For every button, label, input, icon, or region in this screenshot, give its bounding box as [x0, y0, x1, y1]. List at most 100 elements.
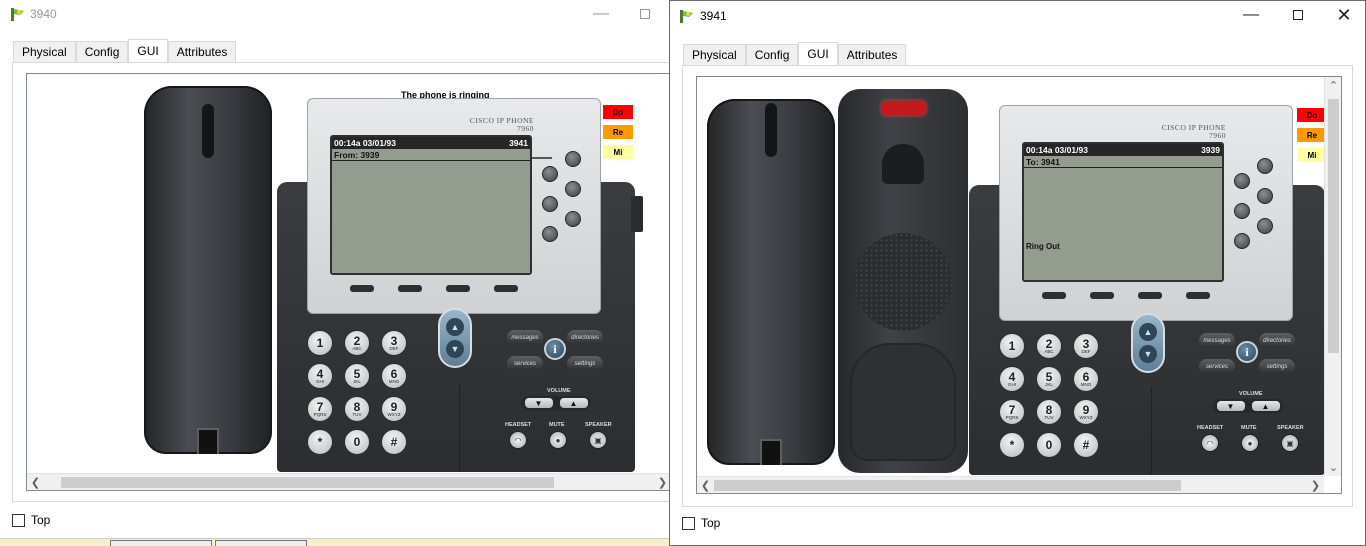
- key-hash[interactable]: #: [1073, 432, 1099, 458]
- info-button[interactable]: i: [544, 338, 566, 360]
- nav-up-icon[interactable]: ▲: [446, 318, 464, 336]
- top-checkbox[interactable]: [682, 516, 695, 530]
- navigation-button[interactable]: ▲ ▼: [1131, 313, 1165, 373]
- line-button-5[interactable]: [1257, 218, 1273, 234]
- volume-rocker[interactable]: ▼ ▲: [1213, 399, 1283, 413]
- softkey-2[interactable]: [1090, 292, 1114, 299]
- tab-config[interactable]: Config: [75, 41, 129, 62]
- info-button[interactable]: i: [1236, 341, 1258, 363]
- key-9[interactable]: 9 WXYZ: [1073, 399, 1099, 425]
- tab-gui[interactable]: GUI: [128, 39, 168, 62]
- key-1[interactable]: 1: [999, 333, 1025, 359]
- navigation-button[interactable]: ▲ ▼: [438, 308, 472, 368]
- key-5[interactable]: 5 JKL: [1036, 366, 1062, 392]
- handset[interactable]: [707, 99, 835, 465]
- speaker-icon[interactable]: ▣: [589, 431, 607, 449]
- maximize-button[interactable]: [622, 0, 668, 28]
- line-button-1[interactable]: [1257, 158, 1273, 174]
- vertical-scrollbar[interactable]: ⌃ ⌄: [1324, 77, 1341, 476]
- softkey-2[interactable]: [398, 285, 422, 292]
- key-8[interactable]: 8 TUV: [344, 396, 370, 422]
- line-button-6[interactable]: [542, 226, 558, 242]
- key-4[interactable]: 4 GHI: [999, 366, 1025, 392]
- scroll-right-icon[interactable]: ❯: [654, 474, 670, 490]
- scroll-down-icon[interactable]: ⌄: [1325, 459, 1341, 476]
- softkey-4[interactable]: [494, 285, 518, 292]
- top-checkbox[interactable]: [12, 513, 25, 527]
- messages-button[interactable]: messages: [507, 330, 543, 345]
- key-3[interactable]: 3 DEF: [1073, 333, 1099, 359]
- key-3[interactable]: 3 DEF: [381, 330, 407, 356]
- scroll-up-icon[interactable]: ⌃: [1325, 77, 1341, 94]
- redial-button[interactable]: Re: [603, 125, 633, 139]
- scroll-left-icon[interactable]: ❮: [697, 477, 714, 493]
- line-button-3[interactable]: [565, 181, 581, 197]
- softkey-1[interactable]: [350, 285, 374, 292]
- volume-down-icon[interactable]: ▼: [1216, 401, 1245, 411]
- line-button-2[interactable]: [542, 166, 558, 182]
- key-7[interactable]: 7 PQRS: [999, 399, 1025, 425]
- handset[interactable]: [144, 86, 272, 454]
- line-button-3[interactable]: [1257, 188, 1273, 204]
- mi-button[interactable]: Mi: [1297, 148, 1327, 162]
- messages-button[interactable]: messages: [1199, 333, 1235, 348]
- scroll-left-icon[interactable]: ❮: [27, 474, 44, 490]
- settings-button[interactable]: settings: [567, 356, 603, 371]
- softkey-4[interactable]: [1186, 292, 1210, 299]
- minimize-button[interactable]: —: [1228, 1, 1274, 29]
- directories-button[interactable]: directories: [1259, 333, 1295, 348]
- key-1[interactable]: 1: [307, 330, 333, 356]
- key-hash[interactable]: #: [381, 429, 407, 455]
- minimize-button[interactable]: —: [578, 0, 624, 28]
- volume-up-icon[interactable]: ▲: [559, 398, 588, 408]
- title-bar[interactable]: 3941 — ✕: [670, 1, 1365, 29]
- softkey-3[interactable]: [1138, 292, 1162, 299]
- horizontal-scrollbar[interactable]: ❮ ❯: [27, 473, 670, 490]
- directories-button[interactable]: directories: [567, 330, 603, 345]
- close-icon[interactable]: ✕: [1321, 1, 1365, 29]
- dnd-button[interactable]: Do: [603, 105, 633, 119]
- scroll-right-icon[interactable]: ❯: [1307, 477, 1324, 493]
- key-0[interactable]: 0: [344, 429, 370, 455]
- vertical-scroll-thumb[interactable]: [1328, 99, 1339, 353]
- dnd-button[interactable]: Do: [1297, 108, 1327, 122]
- horizontal-scrollbar[interactable]: ❮ ❯: [697, 476, 1324, 493]
- key-2[interactable]: 2 ABC: [1036, 333, 1062, 359]
- redial-button[interactable]: Re: [1297, 128, 1327, 142]
- line-button-1[interactable]: [565, 151, 581, 167]
- services-button[interactable]: services: [1199, 359, 1235, 374]
- title-bar[interactable]: 3940 —: [0, 0, 670, 28]
- tab-physical[interactable]: Physical: [13, 41, 76, 62]
- line-button-2[interactable]: [1234, 173, 1250, 189]
- softkey-1[interactable]: [1042, 292, 1066, 299]
- services-button[interactable]: services: [507, 356, 543, 371]
- maximize-button[interactable]: [1275, 1, 1321, 29]
- volume-down-icon[interactable]: ▼: [524, 398, 553, 408]
- key-2[interactable]: 2 ABC: [344, 330, 370, 356]
- scroll-thumb[interactable]: [61, 477, 554, 488]
- headset-icon[interactable]: ◠: [1201, 434, 1219, 452]
- key-6[interactable]: 6 MNO: [1073, 366, 1099, 392]
- nav-down-icon[interactable]: ▼: [1139, 345, 1157, 363]
- speaker-icon[interactable]: ▣: [1281, 434, 1299, 452]
- key-0[interactable]: 0: [1036, 432, 1062, 458]
- line-button-4[interactable]: [1234, 203, 1250, 219]
- key-5[interactable]: 5 JKL: [344, 363, 370, 389]
- mute-icon[interactable]: ●: [1241, 434, 1259, 452]
- key-4[interactable]: 4 GHI: [307, 363, 333, 389]
- key-9[interactable]: 9 WXYZ: [381, 396, 407, 422]
- key-star[interactable]: *: [999, 432, 1025, 458]
- key-6[interactable]: 6 MNO: [381, 363, 407, 389]
- line-button-6[interactable]: [1234, 233, 1250, 249]
- line-button-4[interactable]: [542, 196, 558, 212]
- mute-icon[interactable]: ●: [549, 431, 567, 449]
- scroll-thumb[interactable]: [714, 480, 1181, 491]
- tab-gui[interactable]: GUI: [798, 42, 838, 65]
- headset-icon[interactable]: ◠: [509, 431, 527, 449]
- key-star[interactable]: *: [307, 429, 333, 455]
- nav-down-icon[interactable]: ▼: [446, 340, 464, 358]
- tab-physical[interactable]: Physical: [683, 44, 746, 65]
- key-7[interactable]: 7 PQRS: [307, 396, 333, 422]
- line-button-5[interactable]: [565, 211, 581, 227]
- volume-up-icon[interactable]: ▲: [1251, 401, 1280, 411]
